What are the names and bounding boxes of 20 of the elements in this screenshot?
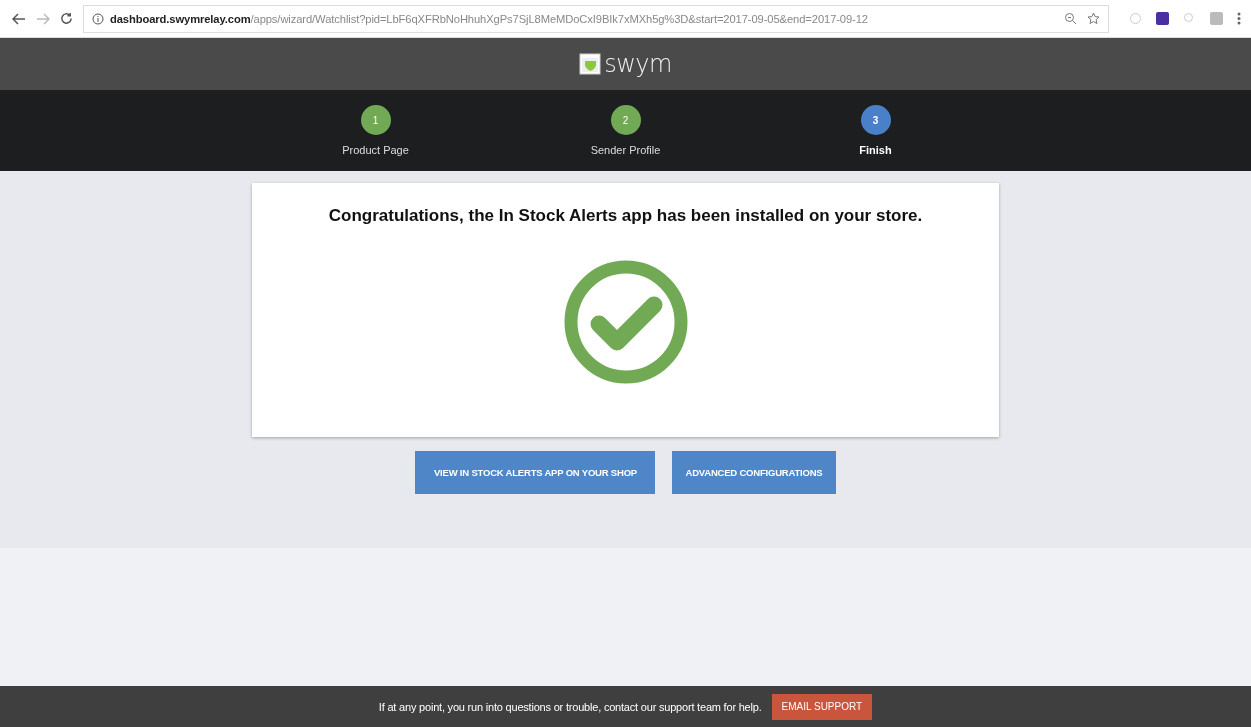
help-text: If at any point, you run into questions or trouble, contact our support team for help. (378, 700, 762, 713)
email-support-button[interactable]: EMAIL SUPPORT (771, 693, 873, 720)
zoom-icon[interactable] (1064, 12, 1077, 25)
extension-icon[interactable] (1156, 12, 1169, 25)
wizard-step[interactable]: 2 Sender Profile (500, 105, 751, 156)
logo-icon (579, 53, 602, 75)
action-button[interactable]: ADVANCED CONFIGURATIONS (672, 451, 836, 494)
info-icon (92, 12, 104, 25)
action-button[interactable]: VIEW IN STOCK ALERTS APP ON YOUR SHOP (415, 451, 656, 494)
menu-icon[interactable] (1237, 12, 1241, 25)
logo-text: swym (604, 50, 672, 78)
back-icon[interactable] (12, 12, 26, 25)
star-icon[interactable] (1087, 12, 1100, 25)
reload-icon[interactable] (60, 12, 73, 25)
url-text: dashboard.swymrelay.com/apps/wizard/Watchlist?pid=LbF6qXFRbNoHhuhXgPs7SjL8MeMDoCxI9BIk7xMXh5g%3D&start=2017-09-05&end=2017-09-12 (110, 12, 869, 25)
wizard-step[interactable]: 1 Product Page (250, 105, 501, 156)
address-bar[interactable]: dashboard.swymrelay.com/apps/wizard/Watchlist?pid=LbF6qXFRbNoHhuhXgPs7SjL8MeMDoCxI9BIk7xMXh5g%3D&start=2017-09-05&end=2017-09-12 (83, 4, 1109, 33)
check-circle-icon (563, 260, 688, 384)
success-message: Congratulations, the In Stock Alerts app has been installed on your store. (328, 206, 923, 226)
wizard-step[interactable]: 3 Finish (750, 105, 1001, 156)
